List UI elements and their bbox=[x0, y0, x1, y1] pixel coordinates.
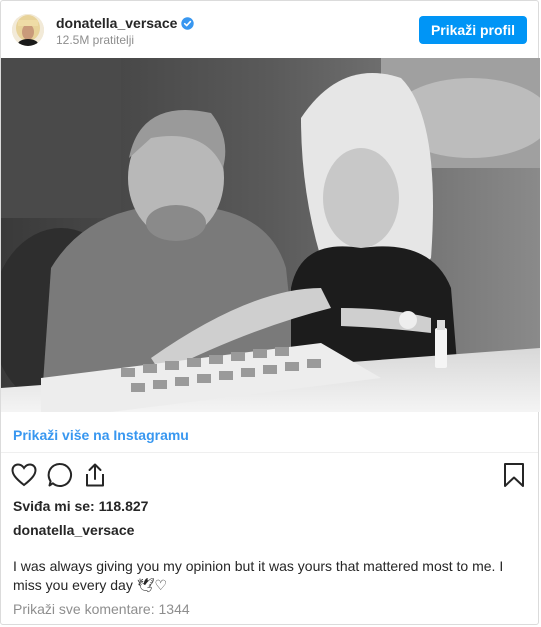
follower-count: 12.5M pratitelji bbox=[56, 33, 135, 47]
comment-bubble-icon[interactable] bbox=[46, 461, 74, 489]
username-row: donatella_versace bbox=[56, 15, 195, 31]
verified-badge-icon bbox=[181, 16, 195, 30]
share-arrow-icon[interactable] bbox=[81, 461, 109, 489]
heart-outline-icon[interactable] bbox=[10, 461, 38, 489]
avatar[interactable] bbox=[12, 14, 44, 46]
post-header: donatella_versace 12.5M pratitelji Prika… bbox=[1, 1, 538, 58]
view-profile-button[interactable]: Prikaži profil bbox=[418, 16, 527, 44]
divider bbox=[1, 452, 538, 453]
view-more-on-instagram-link[interactable]: Prikaži više na Instagramu bbox=[13, 427, 189, 443]
caption-text: I was always giving you my opinion but i… bbox=[13, 558, 504, 593]
like-count[interactable]: Sviđa mi se: 118.827 bbox=[13, 498, 148, 514]
username[interactable]: donatella_versace bbox=[56, 15, 177, 31]
bookmark-icon[interactable] bbox=[500, 461, 528, 489]
instagram-embed-card: donatella_versace 12.5M pratitelji Prika… bbox=[0, 0, 540, 625]
post-photo[interactable] bbox=[1, 58, 540, 412]
view-all-comments-link[interactable]: Prikaži sve komentare: 1344 bbox=[13, 601, 190, 617]
action-bar bbox=[1, 461, 538, 493]
caption-username[interactable]: donatella_versace bbox=[13, 522, 134, 538]
